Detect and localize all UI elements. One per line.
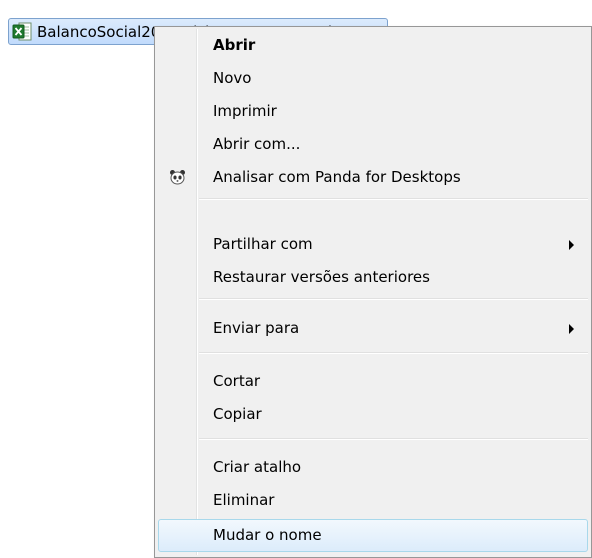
menu-item-label: Mudar o nome: [213, 526, 322, 544]
menu-item-copiar[interactable]: Copiar: [158, 398, 588, 431]
menu-item-label: Partilhar com: [213, 235, 313, 253]
menu-item-label: Cortar: [213, 372, 261, 390]
submenu-arrow-icon: [569, 240, 574, 250]
explorer-view: BalancoSocial2016_riskmanagement.xls Abr…: [0, 0, 592, 558]
menu-item-label: Criar atalho: [213, 458, 302, 476]
menu-item-analisar-panda[interactable]: Analisar com Panda for Desktops: [158, 161, 588, 194]
menu-item-label: Analisar com Panda for Desktops: [213, 168, 461, 186]
menu-item-imprimir[interactable]: Imprimir: [158, 95, 588, 128]
menu-item-cortar[interactable]: Cortar: [158, 365, 588, 398]
menu-separator: [199, 298, 588, 300]
menu-item-novo[interactable]: Novo: [158, 62, 588, 95]
menu-separator: [199, 198, 588, 200]
panda-icon: [169, 169, 186, 185]
menu-item-mudar-o-nome[interactable]: Mudar o nome: [158, 519, 588, 552]
context-menu: Abrir Novo Imprimir Abrir com... Analisa…: [154, 26, 592, 558]
menu-item-label: Enviar para: [213, 319, 300, 337]
menu-item-abrir[interactable]: Abrir: [158, 29, 588, 62]
menu-item-eliminar[interactable]: Eliminar: [158, 484, 588, 517]
menu-separator: [199, 438, 588, 440]
menu-item-label: Copiar: [213, 405, 262, 423]
submenu-arrow-icon: [569, 324, 574, 334]
menu-separator: [199, 352, 588, 354]
menu-item-enviar-para[interactable]: Enviar para: [158, 312, 588, 345]
menu-item-label: Novo: [213, 69, 252, 87]
menu-item-label: Imprimir: [213, 102, 277, 120]
menu-item-partilhar-com[interactable]: Partilhar com: [158, 228, 588, 261]
menu-item-label: Restaurar versões anteriores: [213, 268, 430, 286]
excel-icon: [12, 22, 32, 41]
menu-item-abrir-com[interactable]: Abrir com...: [158, 128, 588, 161]
menu-item-label: Abrir: [213, 36, 256, 54]
menu-item-criar-atalho[interactable]: Criar atalho: [158, 451, 588, 484]
menu-item-restaurar-versoes[interactable]: Restaurar versões anteriores: [158, 261, 588, 294]
menu-item-label: Abrir com...: [213, 135, 301, 153]
menu-item-label: Eliminar: [213, 491, 275, 509]
